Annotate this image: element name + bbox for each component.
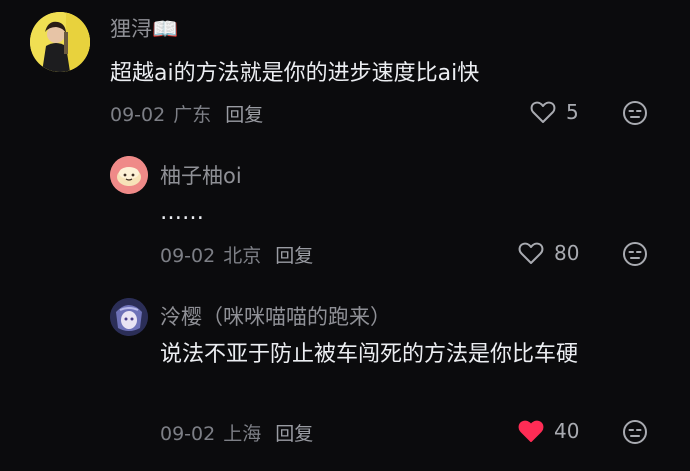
- comment-meta: 09-02 广东 回复: [110, 100, 263, 127]
- reply-button[interactable]: 回复: [225, 104, 263, 126]
- username[interactable]: 泠樱（咪咪喵喵的跑来）: [160, 301, 391, 331]
- comment-text: 超越ai的方法就是你的进步速度比ai快: [110, 61, 480, 86]
- heart-outline-icon: [518, 242, 544, 264]
- like-button[interactable]: 40: [518, 419, 579, 443]
- comment-location: 广东: [173, 104, 212, 126]
- bread-avatar-icon: [110, 156, 148, 194]
- like-count: 80: [554, 241, 580, 265]
- dislike-face-icon: [623, 420, 647, 444]
- like-count: 40: [554, 419, 580, 443]
- like-button[interactable]: 80: [518, 241, 579, 265]
- comment-location: 北京: [223, 245, 262, 267]
- heart-filled-icon: [518, 420, 544, 442]
- more-options-button[interactable]: [622, 419, 648, 449]
- comment-meta: 09-02 北京 回复: [160, 241, 313, 268]
- like-count: 5: [566, 100, 579, 124]
- avatar[interactable]: [110, 156, 148, 194]
- comment-text: 说法不亚于防止被车闯死的方法是你比车硬: [160, 342, 579, 367]
- more-options-button[interactable]: [622, 100, 648, 130]
- comment-text: ……: [160, 200, 204, 225]
- user-photo-avatar-icon: [30, 12, 90, 72]
- like-button[interactable]: 5: [530, 100, 579, 124]
- anime-avatar-icon: [110, 298, 148, 336]
- username[interactable]: 狸浔📖: [110, 13, 178, 43]
- reply-button[interactable]: 回复: [275, 245, 313, 267]
- dislike-face-icon: [623, 242, 647, 266]
- avatar[interactable]: [30, 12, 90, 72]
- comment-date: 09-02: [160, 245, 216, 267]
- avatar[interactable]: [110, 298, 148, 336]
- heart-outline-icon: [530, 101, 556, 123]
- comment-meta: 09-02 上海 回复: [160, 419, 313, 446]
- username[interactable]: 柚子柚oi: [160, 160, 242, 190]
- reply-button[interactable]: 回复: [275, 423, 313, 445]
- comment-location: 上海: [223, 423, 262, 445]
- dislike-face-icon: [623, 101, 647, 125]
- comment-date: 09-02: [110, 104, 166, 126]
- comment-date: 09-02: [160, 423, 216, 445]
- more-options-button[interactable]: [622, 241, 648, 271]
